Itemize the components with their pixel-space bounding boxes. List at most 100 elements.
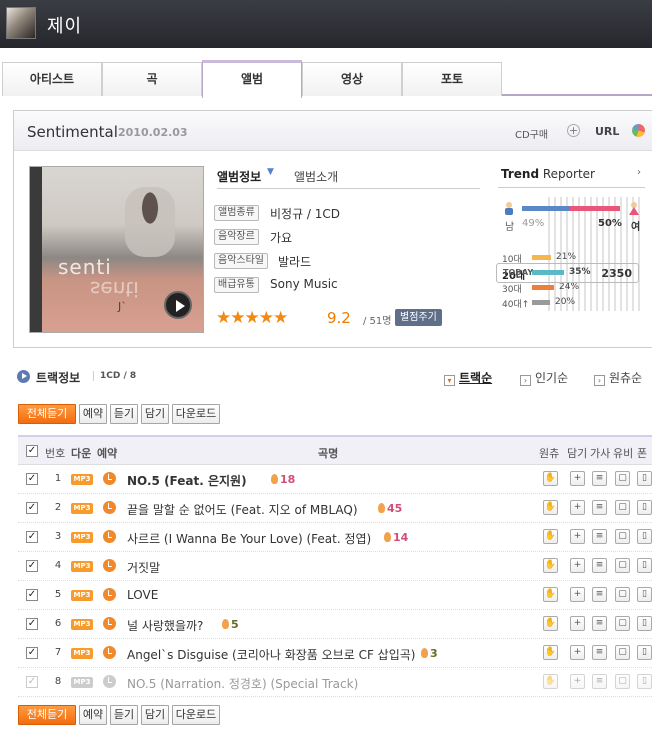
tab-album-intro[interactable]: 앨범소개 <box>294 168 338 185</box>
yubi-icon[interactable]: ▢ <box>615 529 630 544</box>
add-icon[interactable]: + <box>570 645 585 660</box>
yubi-icon[interactable]: ▢ <box>615 674 630 689</box>
mp3-download-icon[interactable]: MP3 <box>71 532 93 543</box>
tab-songs[interactable]: 곡 <box>102 62 202 96</box>
add-icon[interactable]: + <box>570 674 585 689</box>
track-checkbox[interactable]: ✓ <box>26 560 38 572</box>
track-row[interactable]: ✓ 5 MP3 LOVE ✋ + ≡ ▢ ▯ <box>18 581 652 610</box>
add-button[interactable]: 담기 <box>141 705 169 725</box>
chevron-right-icon[interactable]: › <box>637 167 641 178</box>
track-checkbox[interactable]: ✓ <box>26 589 38 601</box>
lyrics-icon[interactable]: ≡ <box>592 529 607 544</box>
add-icon[interactable]: + <box>570 616 585 631</box>
wonchu-icon[interactable]: ✋ <box>543 471 558 486</box>
wonchu-icon[interactable]: ✋ <box>543 645 558 660</box>
lyrics-icon[interactable]: ≡ <box>592 587 607 602</box>
add-icon[interactable]: + <box>570 558 585 573</box>
track-checkbox[interactable]: ✓ <box>26 531 38 543</box>
reserve-clock-icon[interactable] <box>103 646 116 659</box>
mp3-download-icon[interactable]: MP3 <box>71 677 93 688</box>
track-title[interactable]: 거짓말 <box>127 559 160 576</box>
lyrics-icon[interactable]: ≡ <box>592 645 607 660</box>
mp3-download-icon[interactable]: MP3 <box>71 503 93 514</box>
reserve-clock-icon[interactable] <box>103 675 116 688</box>
reserve-clock-icon[interactable] <box>103 530 116 543</box>
reserve-clock-icon[interactable] <box>103 588 116 601</box>
track-row[interactable]: ✓ 7 MP3 Angel`s Disguise (코리아나 화장품 오브로 CF 삽… <box>18 639 652 668</box>
phone-icon[interactable]: ▯ <box>637 616 652 631</box>
track-checkbox[interactable]: ✓ <box>26 618 38 630</box>
yubi-icon[interactable]: ▢ <box>615 616 630 631</box>
cd-buy-link[interactable]: CD구매 <box>515 126 548 141</box>
phone-icon[interactable]: ▯ <box>637 529 652 544</box>
track-row[interactable]: ✓ 1 MP3 NO.5 (Feat. 은지원) 18 ✋ + ≡ ▢ ▯ <box>18 465 652 494</box>
wonchu-icon[interactable]: ✋ <box>543 529 558 544</box>
sort-wonchu[interactable]: › 원츄순 <box>594 369 642 386</box>
phone-icon[interactable]: ▯ <box>637 558 652 573</box>
album-cover[interactable]: senti senti J` <box>29 166 204 333</box>
mp3-download-icon[interactable]: MP3 <box>71 590 93 601</box>
url-link[interactable]: URL <box>595 125 619 138</box>
track-title[interactable]: NO.5 (Feat. 은지원) <box>127 472 247 489</box>
wonchu-icon[interactable]: ✋ <box>543 674 558 689</box>
play-all-button[interactable]: 전체듣기 <box>18 404 76 424</box>
download-button[interactable]: 다운로드 <box>172 705 220 725</box>
track-checkbox[interactable]: ✓ <box>26 676 38 688</box>
phone-icon[interactable]: ▯ <box>637 500 652 515</box>
yubi-icon[interactable]: ▢ <box>615 500 630 515</box>
add-icon[interactable]: + <box>570 471 585 486</box>
reserve-clock-icon[interactable] <box>103 472 116 485</box>
yubi-icon[interactable]: ▢ <box>615 471 630 486</box>
add-icon[interactable]: + <box>570 500 585 515</box>
lyrics-icon[interactable]: ≡ <box>592 558 607 573</box>
sort-popularity[interactable]: › 인기순 <box>520 369 568 386</box>
artist-avatar[interactable] <box>6 7 36 39</box>
add-icon[interactable]: + <box>570 529 585 544</box>
tab-album-info[interactable]: 앨범정보 <box>217 168 261 185</box>
track-title[interactable]: 사르르 (I Wanna Be Your Love) (Feat. 정엽) <box>127 530 371 547</box>
yubi-icon[interactable]: ▢ <box>615 558 630 573</box>
listen-button[interactable]: 듣기 <box>110 705 138 725</box>
track-title[interactable]: 널 사랑했을까? <box>127 617 203 634</box>
track-checkbox[interactable]: ✓ <box>26 502 38 514</box>
listen-button[interactable]: 듣기 <box>110 404 138 424</box>
phone-icon[interactable]: ▯ <box>637 645 652 660</box>
plus-icon[interactable]: + <box>567 124 580 137</box>
reserve-button[interactable]: 예약 <box>79 404 107 424</box>
trend-title[interactable]: Trend Reporter <box>501 167 641 181</box>
mp3-download-icon[interactable]: MP3 <box>71 561 93 572</box>
sort-track-order[interactable]: ▾ 트랙순 <box>444 369 492 386</box>
track-checkbox[interactable]: ✓ <box>26 473 38 485</box>
track-title[interactable]: LOVE <box>127 588 158 602</box>
wonchu-icon[interactable]: ✋ <box>543 616 558 631</box>
mp3-download-icon[interactable]: MP3 <box>71 619 93 630</box>
tab-video[interactable]: 영상 <box>302 62 402 96</box>
track-checkbox[interactable]: ✓ <box>26 647 38 659</box>
add-icon[interactable]: + <box>570 587 585 602</box>
reserve-clock-icon[interactable] <box>103 501 116 514</box>
tab-artist[interactable]: 아티스트 <box>2 62 102 96</box>
tab-photo[interactable]: 포토 <box>402 62 502 96</box>
wonchu-icon[interactable]: ✋ <box>543 558 558 573</box>
phone-icon[interactable]: ▯ <box>637 587 652 602</box>
lyrics-icon[interactable]: ≡ <box>592 674 607 689</box>
reserve-clock-icon[interactable] <box>103 559 116 572</box>
track-title[interactable]: Angel`s Disguise (코리아나 화장품 오브로 CF 삽입곡) <box>127 646 415 663</box>
yubi-icon[interactable]: ▢ <box>615 645 630 660</box>
wonchu-icon[interactable]: ✋ <box>543 587 558 602</box>
add-button[interactable]: 담기 <box>141 404 169 424</box>
download-button[interactable]: 다운로드 <box>172 404 220 424</box>
mp3-download-icon[interactable]: MP3 <box>71 474 93 485</box>
yubi-icon[interactable]: ▢ <box>615 587 630 602</box>
track-title[interactable]: 끝을 말할 순 없어도 (Feat. 지오 of MBLAQ) <box>127 501 358 518</box>
phone-icon[interactable]: ▯ <box>637 674 652 689</box>
wonchu-icon[interactable]: ✋ <box>543 500 558 515</box>
lyrics-icon[interactable]: ≡ <box>592 616 607 631</box>
phone-icon[interactable]: ▯ <box>637 471 652 486</box>
select-all-checkbox[interactable]: ✓ <box>26 445 38 457</box>
track-title[interactable]: NO.5 (Narration. 정경호) (Special Track) <box>127 675 358 692</box>
play-all-button[interactable]: 전체듣기 <box>18 705 76 725</box>
lyrics-icon[interactable]: ≡ <box>592 471 607 486</box>
rate-button[interactable]: 별점주기 <box>395 309 442 326</box>
track-row[interactable]: ✓ 4 MP3 거짓말 ✋ + ≡ ▢ ▯ <box>18 552 652 581</box>
